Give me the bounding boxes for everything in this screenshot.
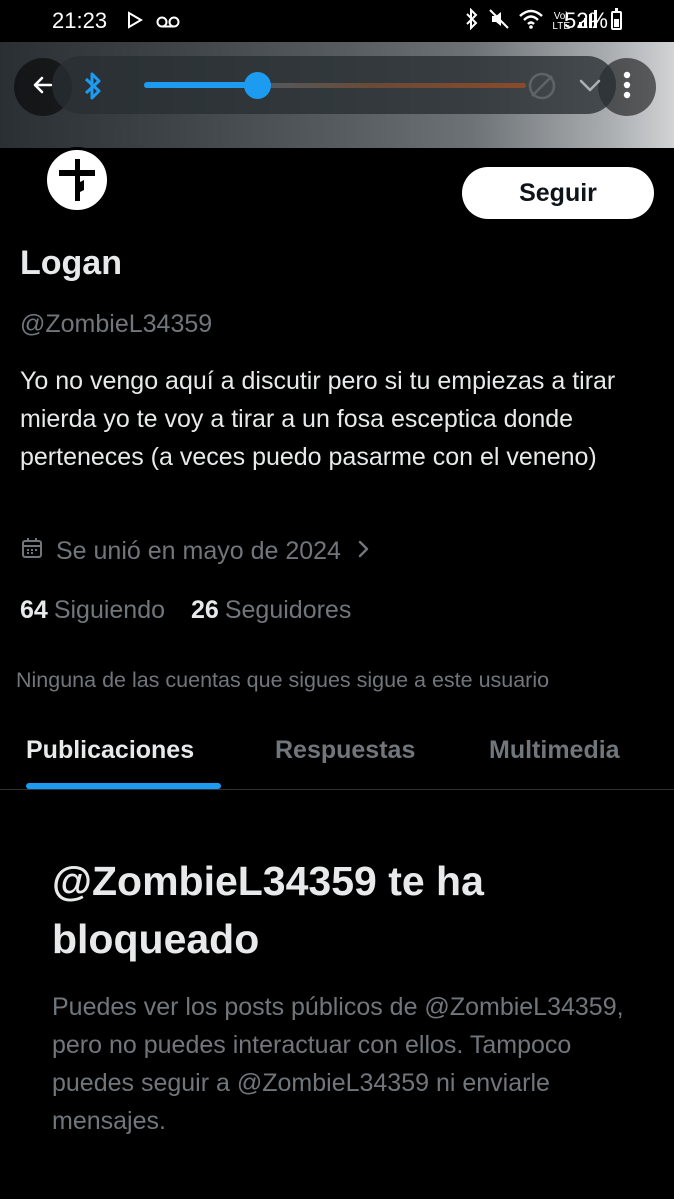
tab-respuestas[interactable]: Respuestas — [275, 736, 415, 765]
followers-link[interactable]: 26 Seguidores — [191, 596, 351, 625]
follow-button[interactable]: Seguir — [462, 167, 654, 219]
active-tab-indicator — [26, 783, 221, 789]
profile-name: Logan — [20, 244, 122, 282]
bluetooth-status-icon — [464, 7, 480, 36]
following-link[interactable]: 64 Siguiendo — [20, 596, 165, 625]
volume-panel — [52, 56, 616, 114]
status-bar: 21:23 Vo) LTE 52% — [0, 0, 674, 42]
profile-tabs: Publicaciones Respuestas Multimedia — [0, 722, 674, 790]
profile-handle: @ZombieL34359 — [20, 310, 213, 338]
blocked-message: Puedes ver los posts públicos de @Zombie… — [52, 993, 624, 1135]
following-label: Siguiendo — [53, 596, 166, 624]
chevron-right-icon — [357, 537, 371, 566]
status-time: 21:23 — [52, 8, 108, 33]
play-icon — [126, 9, 144, 35]
joined-text: Se unió en mayo de 2024 — [56, 537, 341, 565]
wifi-icon — [518, 8, 544, 36]
calendar-icon — [20, 536, 44, 567]
following-count: 64 — [20, 596, 48, 624]
mute-icon[interactable] — [526, 70, 558, 107]
followers-count: 26 — [191, 596, 219, 624]
status-left-icons — [126, 9, 180, 35]
cross-avatar-icon — [59, 159, 95, 201]
mute-status-icon — [488, 8, 510, 36]
blocked-title: @ZombieL34359 te ha bloqueado — [52, 858, 484, 962]
volume-slider-knob[interactable] — [244, 72, 271, 99]
chevron-down-icon[interactable] — [578, 74, 602, 101]
bluetooth-icon[interactable] — [82, 71, 104, 106]
profile-bio: Yo no vengo aquí a discutir pero si tu e… — [20, 367, 616, 471]
tab-publicaciones[interactable]: Publicaciones — [26, 736, 194, 765]
mutual-followers-note: Ninguna de las cuentas que sigues sigue … — [16, 668, 550, 692]
avatar[interactable] — [44, 147, 110, 213]
voicemail-icon — [156, 9, 180, 35]
follow-counts: 64 Siguiendo 26 Seguidores — [20, 596, 351, 625]
battery-percent: 52% — [563, 8, 608, 33]
tab-multimedia[interactable]: Multimedia — [489, 736, 620, 765]
battery-icon — [611, 8, 622, 30]
followers-label: Seguidores — [224, 596, 352, 624]
joined-date[interactable]: Se unió en mayo de 2024 — [20, 536, 371, 567]
volume-fill — [144, 82, 258, 88]
more-vertical-icon — [623, 70, 631, 105]
